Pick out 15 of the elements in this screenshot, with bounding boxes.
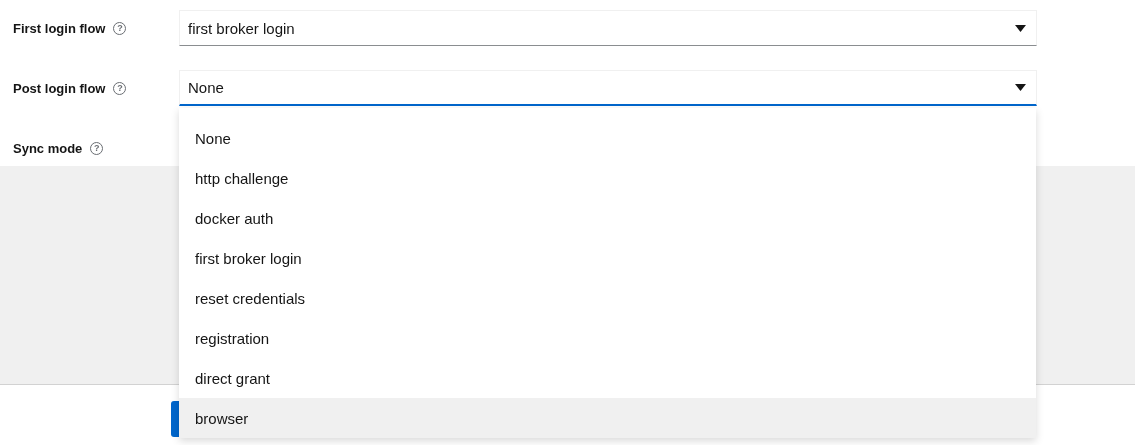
select-field[interactable]: None	[179, 70, 1037, 106]
menu-option[interactable]: direct grant	[179, 358, 1036, 398]
menu-option[interactable]: None	[179, 118, 1036, 158]
menu-option[interactable]: browser	[179, 398, 1036, 438]
menu-option[interactable]: docker auth	[179, 198, 1036, 238]
menu-option[interactable]: http challenge	[179, 158, 1036, 198]
caret-icon	[1015, 24, 1026, 32]
select-field[interactable]: first broker login	[179, 10, 1037, 46]
field-label: Post login flow	[13, 80, 106, 96]
menu-option[interactable]: reset credentials	[179, 278, 1036, 318]
field-label: First login flow	[13, 20, 106, 36]
field-label: Sync mode	[13, 140, 83, 156]
menu-option[interactable]: registration	[179, 318, 1036, 358]
caret-icon	[1015, 84, 1026, 91]
menu-option[interactable]: first broker login	[179, 238, 1036, 278]
